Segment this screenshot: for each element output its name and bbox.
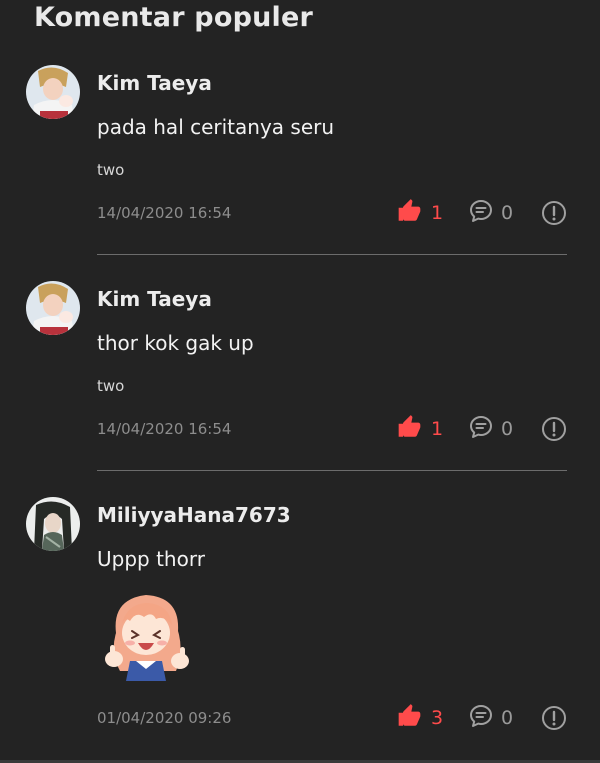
report-button[interactable] — [541, 705, 567, 735]
like-count: 1 — [431, 202, 444, 224]
comment-timestamp: 14/04/2020 16:54 — [97, 204, 232, 222]
comment-text: pada hal ceritanya seru — [97, 115, 335, 139]
thumbs-up-icon — [396, 198, 423, 228]
chat-bubble-icon — [468, 414, 494, 444]
comment-username[interactable]: Kim Taeya — [97, 287, 212, 311]
comment-item: Kim Taeya pada hal ceritanya seru two 14… — [0, 65, 600, 265]
report-button[interactable] — [541, 200, 567, 230]
comment-chapter: two — [97, 377, 125, 395]
comment-item: Kim Taeya thor kok gak up two 14/04/2020… — [0, 281, 600, 481]
thumbs-up-icon — [396, 703, 423, 733]
comment-actions: 1 0 — [396, 415, 571, 443]
chat-bubble-icon — [468, 198, 494, 228]
comment-actions: 1 0 — [396, 199, 571, 227]
comment-actions: 3 0 — [396, 704, 571, 732]
exclamation-circle-icon — [541, 706, 567, 735]
like-count: 3 — [431, 707, 444, 729]
reply-count: 0 — [501, 202, 514, 224]
avatar[interactable] — [26, 497, 80, 551]
comment-chapter: two — [97, 161, 125, 179]
report-button[interactable] — [541, 416, 567, 446]
reply-button[interactable]: 0 — [468, 415, 513, 443]
page-title: Komentar populer — [34, 2, 314, 33]
comment-username[interactable]: Kim Taeya — [97, 71, 212, 95]
like-button[interactable]: 1 — [396, 199, 443, 227]
like-button[interactable]: 3 — [396, 704, 443, 732]
comment-timestamp: 14/04/2020 16:54 — [97, 420, 232, 438]
like-button[interactable]: 1 — [396, 415, 443, 443]
anime-girl-thumbs-up-sticker — [100, 589, 196, 685]
like-count: 1 — [431, 418, 444, 440]
exclamation-circle-icon — [541, 201, 567, 230]
reply-button[interactable]: 0 — [468, 704, 513, 732]
comment-text: Uppp thorr — [97, 547, 205, 571]
avatar[interactable] — [26, 65, 80, 119]
comment-text: thor kok gak up — [97, 331, 254, 355]
avatar[interactable] — [26, 281, 80, 335]
exclamation-circle-icon — [541, 417, 567, 446]
reply-button[interactable]: 0 — [468, 199, 513, 227]
chat-bubble-icon — [468, 703, 494, 733]
thumbs-up-icon — [396, 414, 423, 444]
comment-divider — [97, 470, 567, 471]
comment-divider — [97, 254, 567, 255]
reply-count: 0 — [501, 418, 514, 440]
comment-username[interactable]: MiliyyaHana7673 — [97, 503, 291, 527]
comment-timestamp: 01/04/2020 09:26 — [97, 709, 232, 727]
reply-count: 0 — [501, 707, 514, 729]
comment-item: MiliyyaHana7673 Uppp thorr 01/04/2020 09… — [0, 497, 600, 737]
